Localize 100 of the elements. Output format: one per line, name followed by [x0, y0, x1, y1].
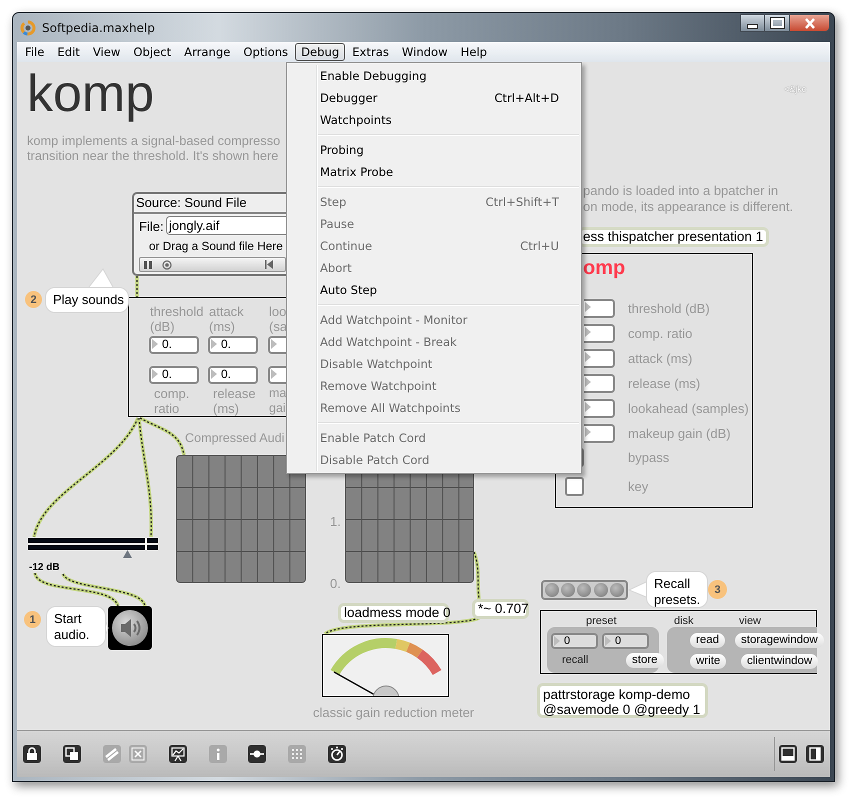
side-panel-icon[interactable]	[806, 745, 824, 763]
text-button[interactable]: store	[626, 653, 664, 668]
axis-label: 1.	[330, 514, 341, 529]
panel-header: preset	[586, 615, 617, 627]
description-text: transition near the threshold. It's shown here	[27, 148, 278, 163]
step-badge: 1	[24, 611, 41, 628]
param-label: key	[628, 479, 648, 494]
bottom-panel-icon[interactable]	[779, 745, 797, 763]
number-box[interactable]	[584, 399, 615, 418]
number-box[interactable]	[584, 324, 615, 343]
menu-item[interactable]: Matrix Probe	[287, 161, 579, 183]
param-label: attack (ms)	[628, 351, 692, 366]
shortcut-label: Ctrl+Shift+T	[486, 195, 559, 209]
menu-item[interactable]: Options	[237, 43, 294, 61]
level-reading: -12 dB	[29, 562, 60, 573]
patch-cord	[472, 551, 481, 600]
param-label: comp. ratio	[628, 326, 692, 341]
param-label: attack (ms)	[209, 304, 245, 334]
param-label: release (ms)	[628, 376, 700, 391]
easel-icon[interactable]	[169, 745, 187, 763]
menu-item[interactable]: Extras	[346, 43, 395, 61]
overlap-squares-icon[interactable]	[63, 745, 81, 763]
step-badge: 2	[25, 291, 42, 308]
close-button[interactable]	[790, 14, 830, 32]
param-label: makeup gain (dB)	[628, 426, 731, 441]
param-label: threshold (dB)	[150, 304, 204, 334]
text-button[interactable]: clientwindow	[741, 654, 818, 669]
menu-item[interactable]: Help	[454, 43, 494, 61]
playhead-icon[interactable]	[162, 260, 172, 270]
menu-item[interactable]: Probing	[287, 139, 579, 161]
bpatcher-title: omp	[583, 257, 626, 280]
gain-slider[interactable]	[28, 538, 158, 558]
menu-item[interactable]: Edit	[51, 43, 86, 61]
text-button[interactable]: storagewindow	[735, 633, 824, 648]
field-label: recall	[562, 654, 588, 666]
object-box[interactable]: *~ 0.707	[472, 599, 529, 619]
scope-label: Compressed Audi	[185, 431, 284, 445]
callout-text: Start audio.	[46, 606, 106, 647]
patch-title: komp	[27, 64, 154, 124]
toggle[interactable]	[565, 477, 584, 496]
number-box[interactable]: 0.	[149, 336, 199, 354]
lock-icon[interactable]	[23, 745, 41, 763]
close-icon[interactable]	[804, 18, 816, 28]
number-box[interactable]	[584, 349, 615, 368]
comment-text: pando is loaded into a bpatcher in	[583, 183, 778, 198]
window-title: Softpedia.maxhelp	[42, 20, 155, 34]
param-label: lookahead (samples)	[628, 401, 749, 416]
number-box[interactable]	[584, 424, 615, 443]
meter-caption: classic gain reduction meter	[313, 705, 474, 720]
number-box[interactable]: 0	[602, 633, 649, 649]
menu-item[interactable]: Debugger Ctrl+Alt+D	[287, 87, 579, 109]
audio-toggle-button[interactable]	[108, 606, 152, 650]
param-label: comp. ratio	[154, 386, 190, 416]
menu-item[interactable]: Debug	[295, 43, 346, 61]
pause-icon[interactable]	[144, 261, 152, 269]
file-field[interactable]: jongly.aif	[166, 216, 286, 235]
patch-cord	[135, 276, 139, 297]
menu-item[interactable]: Arrange	[178, 43, 236, 61]
param-label: release (ms)	[213, 386, 257, 416]
shortcut-label: Ctrl+U	[520, 239, 559, 253]
menu-item[interactable]: View	[86, 43, 126, 61]
knob-icon[interactable]	[328, 745, 346, 763]
text-button[interactable]: write	[690, 654, 726, 669]
app-icon	[20, 20, 36, 36]
callout-pointer	[628, 581, 648, 599]
menu-item[interactable]: Window	[396, 43, 454, 61]
menu-item[interactable]: Auto Step	[287, 279, 579, 301]
axis-label: 0.	[330, 576, 341, 591]
number-box[interactable]: 0.	[208, 336, 258, 354]
playback-bar[interactable]	[139, 257, 286, 272]
description-text: komp implements a signal-based compresso	[27, 133, 280, 148]
menu-item[interactable]: Object	[127, 43, 178, 61]
number-box[interactable]	[268, 336, 287, 354]
number-box[interactable]	[268, 366, 287, 384]
panel-header: Source: Sound File	[136, 195, 247, 210]
param-label: bypass	[628, 450, 670, 465]
slider-icon[interactable]	[248, 745, 266, 763]
step-badge: 3	[708, 580, 727, 599]
drop-hint: or Drag a Sound file Here	[149, 239, 283, 253]
text-button[interactable]: read	[690, 633, 726, 648]
menu-item[interactable]: Watchpoints	[287, 109, 579, 131]
param-label: loo (sa	[269, 304, 288, 334]
callout-text: Recall presets.	[646, 571, 708, 608]
number-box[interactable]: 0	[551, 633, 598, 649]
object-box[interactable]: pattrstorage komp-demo @savemode 0 @greedy 1	[537, 683, 708, 718]
menu-item[interactable]: Enable Debugging	[287, 65, 579, 87]
rewind-icon[interactable]	[265, 260, 273, 269]
object-box[interactable]: loadmess mode 0	[338, 603, 449, 623]
comment-text: on mode, its appearance is different.	[583, 199, 794, 214]
callout-pointer	[88, 268, 115, 289]
number-box[interactable]: 0.	[149, 366, 199, 384]
number-box[interactable]: 0.	[208, 366, 258, 384]
menu-item[interactable]: File	[19, 43, 50, 61]
param-label: ma gai	[269, 386, 287, 416]
maximize-button[interactable]	[765, 14, 790, 32]
minimize-button[interactable]	[740, 14, 765, 32]
shortcut-label: Ctrl+Alt+D	[494, 91, 559, 105]
number-box[interactable]	[584, 374, 615, 393]
panel-header: view	[739, 615, 762, 627]
number-box[interactable]	[584, 299, 615, 318]
